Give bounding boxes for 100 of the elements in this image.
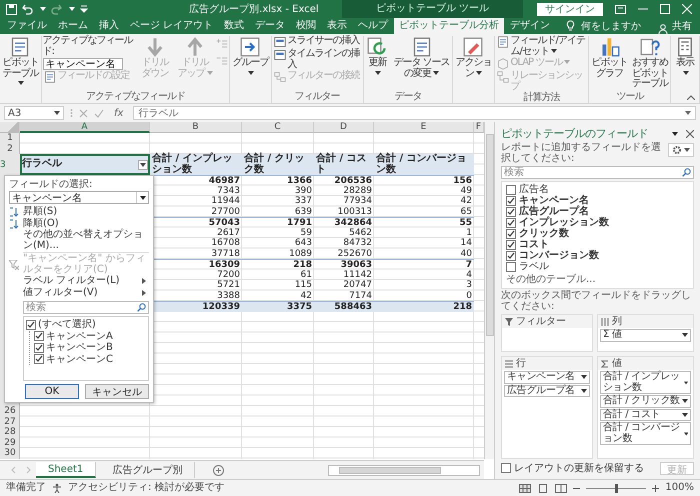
column-header[interactable]: B <box>150 122 242 133</box>
formula-input[interactable]: 行ラベル <box>133 106 696 120</box>
row-header[interactable]: 29 <box>0 438 20 448</box>
drop-area[interactable]: 値 合計 / インプレッション数 合計 / クリック数 合計 / コスト 合計 / コンバージョン数 <box>597 356 694 459</box>
column-header[interactable]: E <box>374 122 474 133</box>
undo-icon[interactable] <box>22 4 33 14</box>
row-header[interactable]: 3 <box>0 160 6 170</box>
field-chip[interactable]: 合計 / クリック数 <box>600 395 691 408</box>
ribbon-button[interactable]: おすすめピボットテーブル <box>630 36 670 90</box>
ribbon-tab[interactable]: 表示 <box>322 18 352 34</box>
field-chip[interactable]: 合計 / インプレッション数 <box>600 371 691 394</box>
sheet-tab[interactable]: Sheet1 <box>36 462 96 478</box>
zoom-in-icon[interactable] <box>652 484 660 492</box>
add-sheet-icon[interactable] <box>213 464 224 476</box>
field-chip[interactable]: 広告グループ名 <box>504 384 590 397</box>
column-header[interactable]: F <box>474 122 484 133</box>
checkbox[interactable] <box>506 218 516 228</box>
checkbox[interactable] <box>506 240 516 250</box>
close-icon[interactable] <box>686 130 694 138</box>
ribbon-button[interactable]: タイムラインの挿入 <box>272 49 362 70</box>
ribbon-button[interactable]: 更新 <box>364 36 390 80</box>
checkbox[interactable] <box>34 342 44 353</box>
ribbon-tab[interactable]: 挿入 <box>94 18 124 34</box>
row-header[interactable]: 1 <box>0 133 20 143</box>
ribbon-tab[interactable]: デザイン <box>505 18 556 34</box>
ribbon-button[interactable]: ピボットグラフ <box>590 36 629 80</box>
drag-handle-icon[interactable] <box>70 108 73 118</box>
checkbox[interactable] <box>506 228 516 238</box>
ribbon-tab[interactable]: ヘルプ <box>353 18 394 34</box>
ribbon-tab[interactable]: 校閲 <box>291 18 322 34</box>
filter-dropdown-button[interactable] <box>138 160 148 170</box>
ribbon-tab[interactable]: データ <box>250 18 290 34</box>
field-chip[interactable]: 合計 / コスト <box>600 408 691 421</box>
ribbon-tab[interactable]: ファイル <box>2 18 52 34</box>
row-header[interactable]: 2 <box>0 144 20 154</box>
checkbox[interactable] <box>506 262 516 272</box>
ribbon-button[interactable]: アクション <box>454 36 493 80</box>
drop-area[interactable]: 行 キャンペーン名 広告グループ名 <box>501 356 593 459</box>
row-header[interactable]: 30 <box>0 448 20 458</box>
sheet-tab[interactable]: 広告グループ別 <box>100 462 196 478</box>
row-header[interactable]: 28 <box>0 427 20 437</box>
page-break-view-icon[interactable] <box>555 484 568 492</box>
active-field-input[interactable]: キャンペーン名 <box>42 58 123 70</box>
ribbon-button[interactable]: 表示 <box>672 36 698 80</box>
zoom-level[interactable]: 100% <box>665 482 694 494</box>
search-field[interactable]: 検索 <box>23 301 149 314</box>
tools-button[interactable] <box>668 143 694 157</box>
column-header[interactable]: D <box>314 122 374 133</box>
ribbon-tab[interactable]: ピボットテーブル分析 <box>394 18 504 34</box>
checkbox[interactable] <box>34 331 44 342</box>
vertical-scrollbar[interactable] <box>484 122 494 459</box>
customize-toolbar-icon[interactable] <box>80 5 88 13</box>
drop-area[interactable]: フィルター <box>501 314 593 352</box>
ribbon-button[interactable]: データ ソースの変更 <box>392 36 451 80</box>
menu-item[interactable]: ラベル フィルター(L) <box>9 275 149 287</box>
name-box[interactable]: A3 <box>4 106 64 120</box>
ribbon-button[interactable]: グループ <box>231 36 270 80</box>
ribbon-display-icon[interactable] <box>615 4 626 14</box>
collapse-ribbon-icon[interactable] <box>687 95 695 100</box>
menu-item[interactable]: 降順(O) <box>9 218 149 230</box>
enter-check-icon[interactable] <box>94 108 104 118</box>
insert-function-button[interactable]: fx <box>110 108 128 118</box>
more-tables-link[interactable]: その他のテーブル... <box>506 274 596 286</box>
page-layout-view-icon[interactable] <box>537 484 550 492</box>
row-header[interactable]: 27 <box>0 416 20 426</box>
checkbox[interactable] <box>26 320 36 330</box>
field-chip[interactable]: Σ 値 <box>600 329 691 342</box>
ribbon-button[interactable]: フィールド/アイテム/セット <box>496 36 588 57</box>
field-select[interactable]: キャンペーン名 <box>9 191 149 204</box>
checkbox[interactable] <box>34 354 44 364</box>
menu-item[interactable]: 昇順(S) <box>9 206 149 218</box>
share-button[interactable]: 共有 <box>669 18 700 34</box>
column-header[interactable]: C <box>242 122 314 133</box>
field-chip[interactable]: 合計 / コンバージョン数 <box>600 422 691 445</box>
menu-item[interactable]: 値フィルター(V) <box>9 287 149 299</box>
checkbox[interactable] <box>506 206 516 216</box>
dialog-button[interactable]: OK <box>25 384 79 399</box>
row-header[interactable]: 26 <box>0 406 20 416</box>
tell-me-field[interactable]: 何をしますか <box>579 18 644 34</box>
normal-view-icon[interactable] <box>519 484 532 492</box>
ribbon-tab[interactable]: 数式 <box>219 18 250 34</box>
maximize-icon[interactable] <box>660 4 670 14</box>
field-chip[interactable]: キャンペーン名 <box>504 371 590 384</box>
checkbox[interactable] <box>506 196 516 206</box>
search-field[interactable]: 検索 <box>501 166 694 179</box>
dialog-button[interactable]: キャンセル <box>85 384 149 399</box>
ribbon-tab[interactable]: ページ レイアウト <box>125 18 218 34</box>
sign-in-button[interactable]: サインイン <box>537 2 603 16</box>
column-header[interactable]: A <box>20 122 150 133</box>
save-icon[interactable] <box>6 4 17 14</box>
checkbox[interactable] <box>506 250 516 260</box>
drop-area[interactable]: 列 Σ 値 <box>597 314 694 352</box>
horizontal-scrollbar[interactable] <box>328 464 480 476</box>
selected-cell[interactable]: 行ラベル <box>20 154 150 175</box>
ribbon-button[interactable]: ピボットテーブル <box>1 36 40 90</box>
ribbon-button[interactable]: スライサーの挿入 <box>272 36 362 48</box>
ribbon-tab[interactable]: ホーム <box>53 18 93 34</box>
checkbox[interactable] <box>506 184 516 194</box>
accessibility-status[interactable]: アクセシビリティ: 検討が必要です <box>68 482 225 494</box>
checkbox[interactable] <box>501 463 511 473</box>
